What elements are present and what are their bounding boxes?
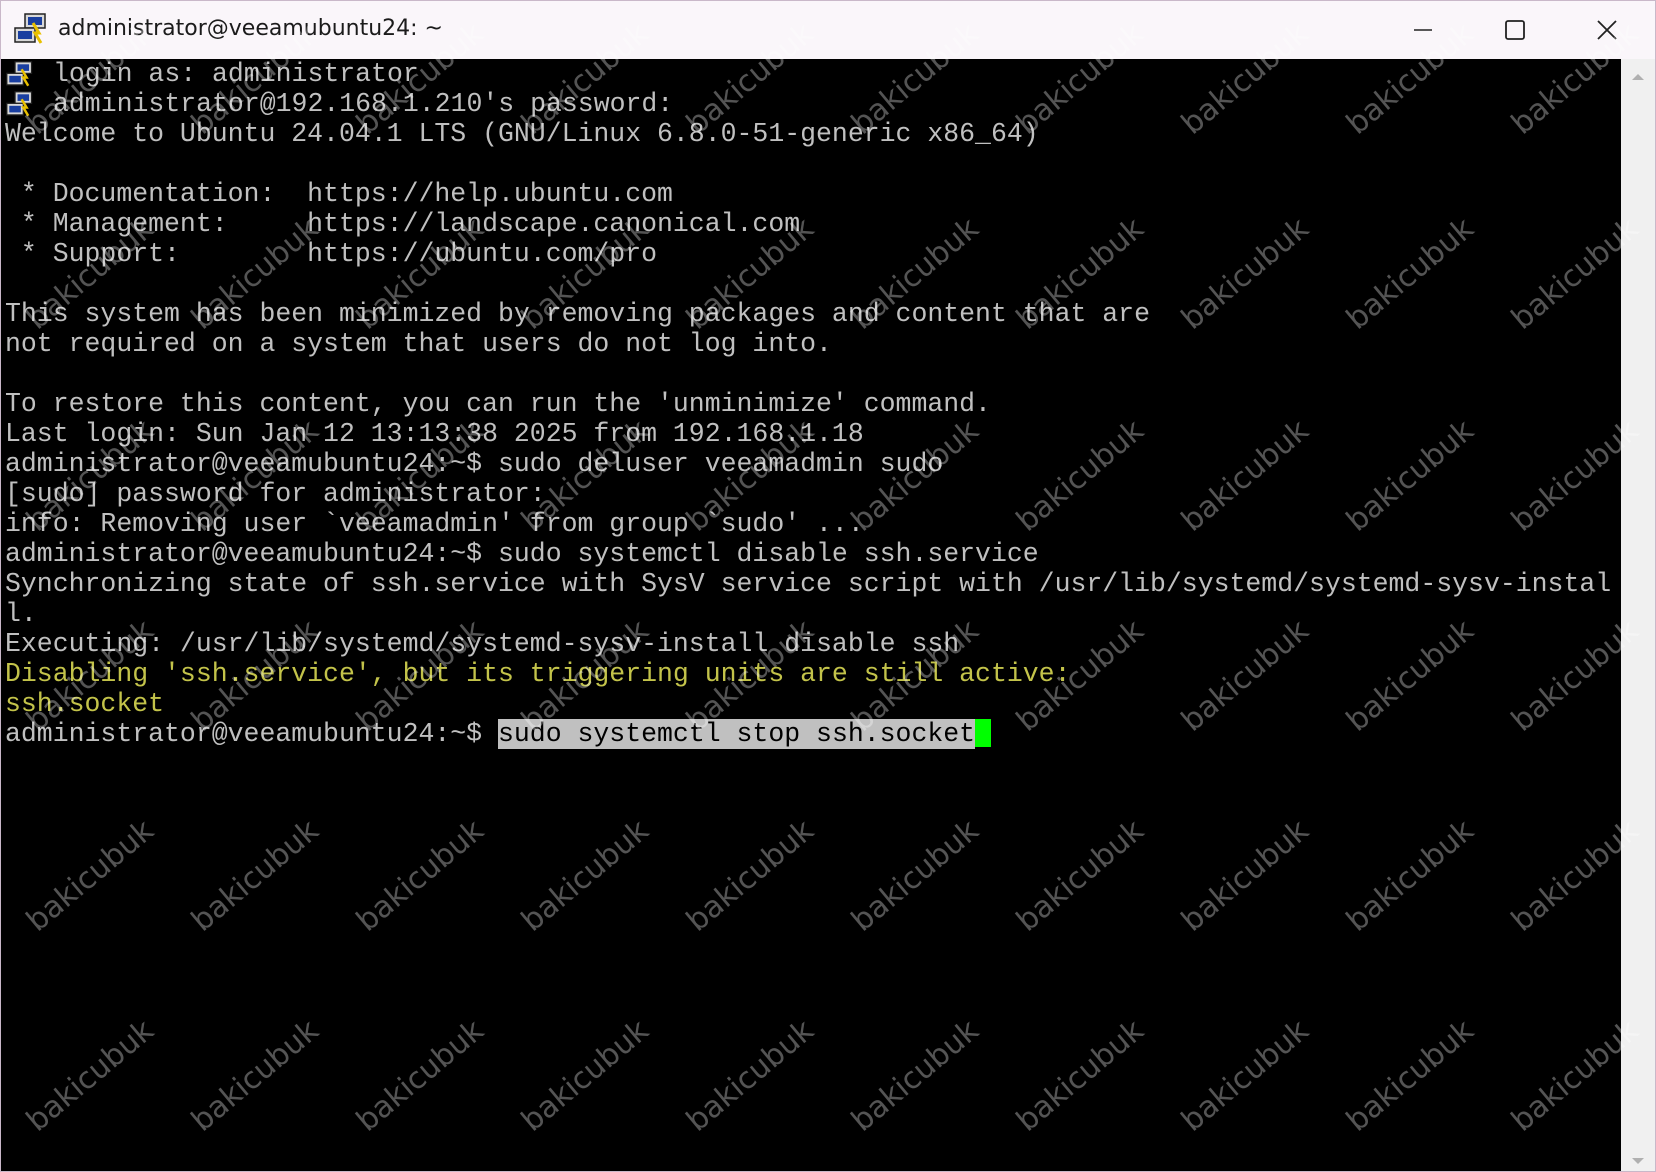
terminal-line: Synchronizing state of ssh.service with … — [5, 569, 1611, 599]
maximize-button[interactable] — [1469, 1, 1561, 59]
scroll-up-icon[interactable] — [1631, 67, 1645, 86]
window-title: administrator@veeamubuntu24: ~ — [58, 16, 443, 41]
terminal-warning-line: ssh.socket — [5, 689, 1611, 719]
terminal-line-text: Last login: Sun Jan 12 13:13:38 2025 fro… — [5, 419, 864, 449]
vertical-scrollbar[interactable] — [1621, 59, 1655, 1171]
close-button[interactable] — [1561, 1, 1653, 59]
selected-command[interactable]: sudo systemctl stop ssh.socket — [497, 719, 976, 749]
terminal-line: This system has been minimized by removi… — [5, 299, 1611, 329]
terminal-line-text: Executing: /usr/lib/systemd/systemd-sysv… — [5, 629, 960, 659]
putty-icon — [5, 89, 53, 119]
terminal-line-text: Welcome to Ubuntu 24.04.1 LTS (GNU/Linux… — [5, 119, 1039, 149]
terminal-line-text: [sudo] password for administrator: — [5, 479, 546, 509]
terminal-line-text: info: Removing user `veeamadmin' from gr… — [5, 509, 864, 539]
terminal-line-text: This system has been minimized by removi… — [5, 299, 1150, 329]
terminal-line-text: ssh.socket — [5, 689, 165, 719]
terminal-line-text: * Documentation: https://help.ubuntu.com — [5, 179, 673, 209]
terminal-line: not required on a system that users do n… — [5, 329, 1611, 359]
terminal-line-text: administrator@veeamubuntu24:~$ sudo delu… — [5, 449, 944, 479]
putty-icon[interactable] — [13, 13, 49, 47]
terminal-line: Executing: /usr/lib/systemd/systemd-sysv… — [5, 629, 1611, 659]
terminal-window: administrator@veeamubuntu24: ~ login as:… — [0, 0, 1656, 1172]
terminal-line-text: l. — [5, 599, 37, 629]
terminal-line: Last login: Sun Jan 12 13:13:38 2025 fro… — [5, 419, 1611, 449]
title-bar[interactable]: administrator@veeamubuntu24: ~ — [1, 1, 1655, 59]
terminal-line-text: To restore this content, you can run the… — [5, 389, 991, 419]
scroll-down-icon[interactable] — [1631, 1151, 1645, 1170]
terminal-line: Welcome to Ubuntu 24.04.1 LTS (GNU/Linux… — [5, 119, 1611, 149]
terminal-lines: login as: administrator administrator@192… — [5, 59, 1611, 749]
terminal-line: * Management: https://landscape.canonica… — [5, 209, 1611, 239]
minimize-icon — [1414, 29, 1432, 31]
terminal-line: l. — [5, 599, 1611, 629]
terminal-line: administrator@192.168.1.210's password: — [5, 89, 1611, 119]
terminal-line-text: administrator@veeamubuntu24:~$ sudo syst… — [5, 539, 1039, 569]
terminal-output[interactable]: login as: administrator administrator@192… — [1, 59, 1621, 1171]
terminal-line-text: * Support: https://ubuntu.com/pro — [5, 239, 658, 269]
terminal-line: login as: administrator — [5, 59, 1611, 89]
terminal-prompt-line[interactable]: administrator@veeamubuntu24:~$ sudo syst… — [5, 719, 1611, 749]
terminal-line: * Documentation: https://help.ubuntu.com — [5, 179, 1611, 209]
terminal-line-text: * Management: https://landscape.canonica… — [5, 209, 801, 239]
maximize-icon — [1505, 20, 1525, 40]
prompt-text: administrator@veeamubuntu24:~$ — [5, 719, 498, 749]
close-icon — [1597, 20, 1617, 40]
terminal-line: administrator@veeamubuntu24:~$ sudo delu… — [5, 449, 1611, 479]
terminal-line: administrator@veeamubuntu24:~$ sudo syst… — [5, 539, 1611, 569]
terminal-line: [sudo] password for administrator: — [5, 479, 1611, 509]
terminal-line: * Support: https://ubuntu.com/pro — [5, 239, 1611, 269]
terminal-line: To restore this content, you can run the… — [5, 389, 1611, 419]
terminal-warning-line: Disabling 'ssh.service', but its trigger… — [5, 659, 1611, 689]
minimize-button[interactable] — [1377, 1, 1469, 59]
terminal-line-text: login as: administrator — [53, 59, 419, 89]
terminal-line-text: administrator@192.168.1.210's password: — [53, 89, 674, 119]
terminal-line: info: Removing user `veeamadmin' from gr… — [5, 509, 1611, 539]
terminal-line-text: not required on a system that users do n… — [5, 329, 832, 359]
terminal-line-text: Synchronizing state of ssh.service with … — [5, 569, 1612, 599]
text-cursor — [975, 719, 992, 747]
terminal-line-text: Disabling 'ssh.service', but its trigger… — [5, 659, 1071, 689]
putty-icon — [5, 59, 53, 89]
